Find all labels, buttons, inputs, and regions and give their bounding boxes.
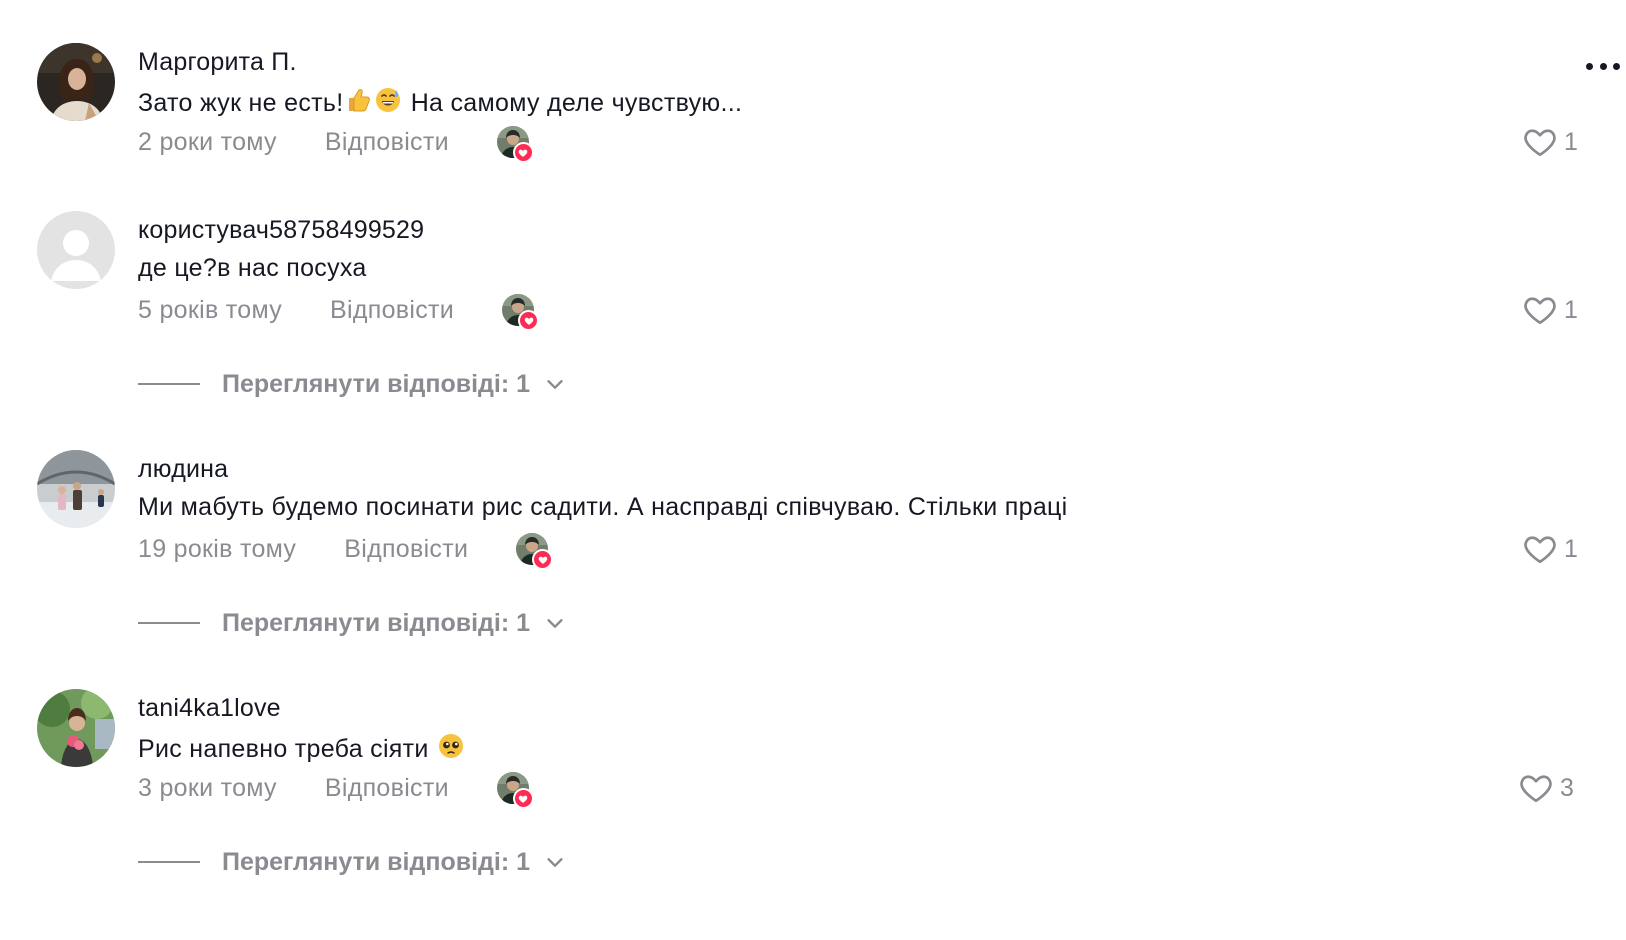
comment-meta: 3 роки тому Відповісти <box>138 770 534 809</box>
view-replies-label: Переглянути відповіді: 1 <box>222 847 531 876</box>
username[interactable]: tani4ka1love <box>138 694 281 723</box>
heart-badge-icon <box>512 788 534 809</box>
creator-liked-indicator <box>497 772 534 809</box>
pleading-face-emoji <box>437 732 465 767</box>
like-count: 3 <box>1560 773 1574 802</box>
view-replies-button[interactable]: Переглянути відповіді: 1 <box>138 844 566 880</box>
chevron-down-icon <box>544 851 566 873</box>
divider-line <box>138 861 200 863</box>
comment-text: Рис напевно треба сіяти <box>138 732 466 767</box>
heart-outline-icon <box>1518 770 1554 806</box>
comment-time: 3 роки тому <box>138 773 277 802</box>
reply-button[interactable]: Відповісти <box>325 774 449 803</box>
comment-text-part: Рис напевно треба сіяти <box>138 735 436 763</box>
comment-item: tani4ka1love Рис напевно треба сіяти 3 р… <box>0 0 1626 900</box>
like-button[interactable]: 3 <box>1518 770 1578 806</box>
avatar[interactable] <box>37 689 115 767</box>
